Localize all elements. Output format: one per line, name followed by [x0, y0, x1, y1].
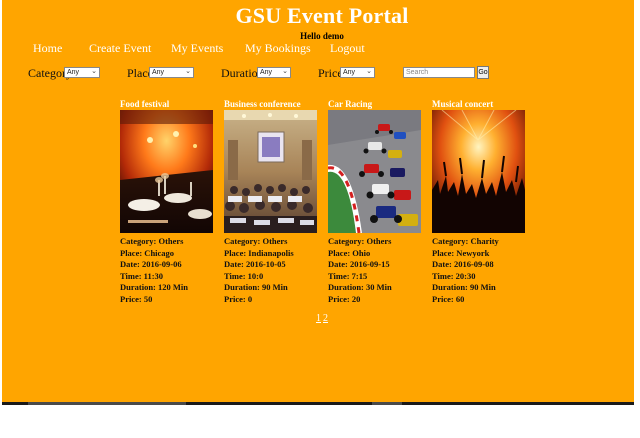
scrollbar-segment	[372, 402, 402, 405]
category-select[interactable]: Any ⌄	[64, 67, 100, 78]
conference-hall-photo[interactable]	[224, 110, 317, 233]
nav-logout-link[interactable]: Logout	[330, 41, 365, 56]
event-duration: Duration: 30 Min	[328, 282, 392, 292]
main-nav: Home Create Event My Events My Bookings …	[2, 41, 634, 57]
duration-select[interactable]: Any ⌄	[257, 67, 291, 78]
event-date: Date: 2016-10-05	[224, 259, 286, 269]
chevron-down-icon: ⌄	[366, 68, 372, 75]
nav-home-link[interactable]: Home	[33, 41, 62, 56]
event-card[interactable]: Business conference Category: Others Pla…	[224, 98, 324, 305]
nav-create-event-link[interactable]: Create Event	[89, 41, 151, 56]
price-filter-label: Price	[318, 66, 343, 80]
event-date: Date: 2016-09-06	[120, 259, 182, 269]
event-card[interactable]: Car Racing Category: Others Place: Ohio …	[328, 98, 428, 305]
event-title[interactable]: Food festival	[120, 98, 220, 110]
event-title[interactable]: Car Racing	[328, 98, 428, 110]
event-price: Price: 0	[224, 293, 253, 304]
bottom-border	[2, 402, 634, 405]
event-duration: Duration: 120 Min	[120, 282, 188, 292]
chevron-down-icon: ⌄	[91, 68, 97, 75]
scrollbar-segment	[28, 402, 186, 405]
event-date: Date: 2016-09-15	[328, 259, 390, 269]
place-select-value: Any	[152, 69, 165, 76]
event-title[interactable]: Business conference	[224, 98, 324, 110]
event-time: Time: 10:0	[224, 270, 264, 281]
nav-my-events-link[interactable]: My Events	[171, 41, 223, 56]
chevron-down-icon: ⌄	[185, 68, 191, 75]
event-place: Place: Indianapolis	[224, 247, 294, 258]
event-place: Place: Newyork	[432, 247, 490, 258]
event-price: Price: 20	[328, 293, 361, 304]
event-category: Category: Others	[120, 236, 184, 246]
price-select-value: Any	[343, 69, 356, 76]
page-link-2[interactable]: 2	[323, 313, 328, 324]
event-price: Price: 60	[432, 293, 465, 304]
event-time: Time: 7:15	[328, 270, 368, 281]
event-place: Place: Ohio	[328, 247, 371, 258]
race-cars-photo[interactable]	[328, 110, 421, 233]
event-time: Time: 11:30	[120, 270, 164, 281]
page-link-1[interactable]: 1	[316, 313, 321, 324]
banquet-photo[interactable]	[120, 110, 213, 233]
event-category: Category: Charity	[432, 236, 499, 246]
duration-select-value: Any	[260, 69, 273, 76]
event-category: Category: Others	[328, 236, 392, 246]
concert-crowd-photo[interactable]	[432, 110, 525, 233]
user-greeting: Hello demo	[300, 31, 344, 41]
pagination: 12	[2, 313, 634, 324]
event-price: Price: 50	[120, 293, 153, 304]
filter-bar: Category Any ⌄ Place Any ⌄ Duration Any …	[2, 66, 634, 82]
event-duration: Duration: 90 Min	[432, 282, 496, 292]
page-title: GSU Event Portal	[235, 3, 409, 28]
event-card[interactable]: Musical concert Category: Charity Place:…	[432, 98, 532, 305]
event-place: Place: Chicago	[120, 247, 175, 258]
event-date: Date: 2016-09-08	[432, 259, 494, 269]
chevron-down-icon: ⌄	[282, 68, 288, 75]
event-title[interactable]: Musical concert	[432, 98, 532, 110]
event-time: Time: 20:30	[432, 270, 476, 281]
event-card[interactable]: Food festival Category: Others Place: Ch…	[120, 98, 220, 305]
nav-my-bookings-link[interactable]: My Bookings	[245, 41, 311, 56]
page-background: GSU Event Portal Hello demo Home Create …	[2, 0, 634, 402]
price-select[interactable]: Any ⌄	[340, 67, 375, 78]
search-go-button[interactable]: Go	[477, 66, 489, 79]
category-select-value: Any	[67, 69, 80, 76]
event-duration: Duration: 90 Min	[224, 282, 288, 292]
search-input[interactable]: Search	[403, 67, 475, 78]
place-select[interactable]: Any ⌄	[149, 67, 194, 78]
event-category: Category: Others	[224, 236, 288, 246]
